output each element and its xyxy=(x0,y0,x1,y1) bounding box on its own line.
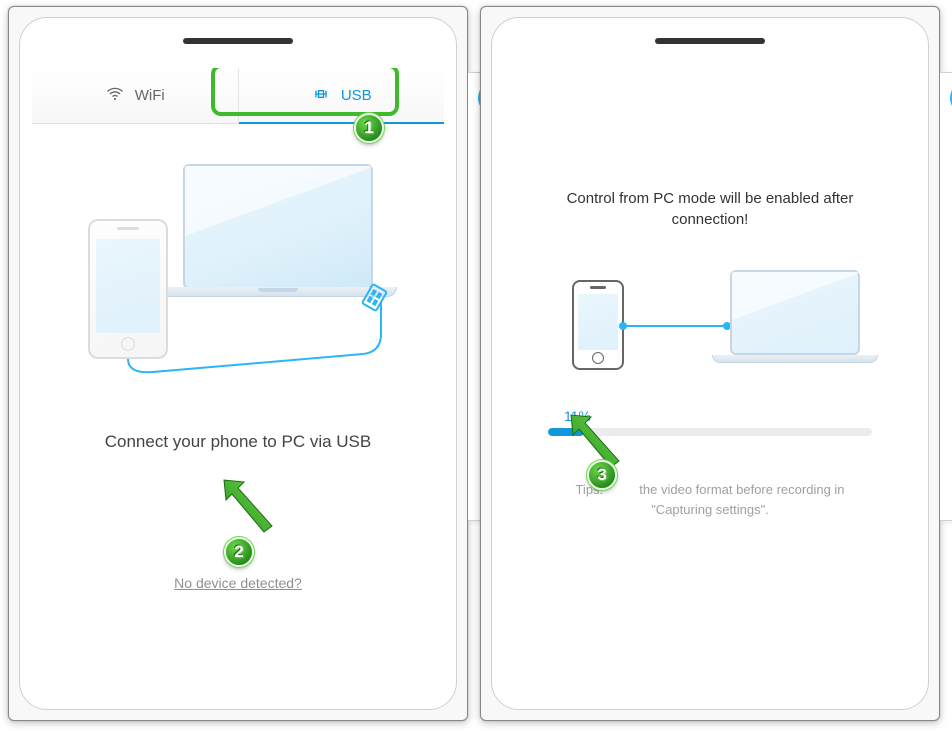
step-badge-1: 1 xyxy=(354,113,384,143)
phone-frame-right: Control from PC mode will be enabled aft… xyxy=(491,17,929,710)
laptop-graphic xyxy=(183,164,373,289)
usb-icon xyxy=(311,84,331,108)
connection-illustration xyxy=(560,270,860,370)
settings-icon[interactable] xyxy=(940,400,952,455)
step-badge-2: 2 xyxy=(224,537,254,567)
left-content: WiFi USB xyxy=(32,68,444,697)
expand-icon[interactable] xyxy=(940,125,952,180)
record-icon[interactable] xyxy=(940,235,952,290)
illus-wire xyxy=(620,325,730,327)
illus-laptop xyxy=(730,270,860,355)
enable-message: Control from PC mode will be enabled aft… xyxy=(504,188,916,230)
tab-wifi[interactable]: WiFi xyxy=(32,68,239,123)
connect-instruction: Connect your phone to PC via USB xyxy=(32,429,444,455)
usb-illustration xyxy=(88,164,388,379)
right-panel: Control from PC mode will be enabled aft… xyxy=(480,6,940,721)
right-content: Control from PC mode will be enabled aft… xyxy=(504,68,916,697)
phone-notch xyxy=(183,38,293,44)
tips-rest: the video format before recording in "Ca… xyxy=(639,482,844,517)
illus-phone xyxy=(572,280,624,370)
wifi-icon xyxy=(105,84,125,108)
tab-wifi-label: WiFi xyxy=(135,87,165,104)
tab-usb[interactable]: USB xyxy=(239,68,445,123)
camera-icon[interactable] xyxy=(940,180,952,235)
no-device-link[interactable]: No device detected? xyxy=(174,575,302,591)
right-sidebar xyxy=(940,72,952,521)
connection-tabs: WiFi USB xyxy=(32,68,444,124)
no-device-link-wrap: No device detected? xyxy=(32,575,444,591)
usb-cable-graphic xyxy=(123,294,403,374)
phone-notch-right xyxy=(655,38,765,44)
tab-usb-label: USB xyxy=(341,87,372,104)
left-panel: WiFi USB xyxy=(8,6,468,721)
headset-icon[interactable] xyxy=(940,455,952,510)
step-badge-3: 3 xyxy=(587,460,617,490)
keyboard-icon[interactable] xyxy=(940,345,952,400)
brush-icon[interactable] xyxy=(940,290,952,345)
phone-frame: WiFi USB xyxy=(19,17,457,710)
tips-text: Tips: the video format before recording … xyxy=(504,480,916,519)
step2-arrow xyxy=(214,472,284,547)
tab-usb-underline xyxy=(239,122,445,124)
